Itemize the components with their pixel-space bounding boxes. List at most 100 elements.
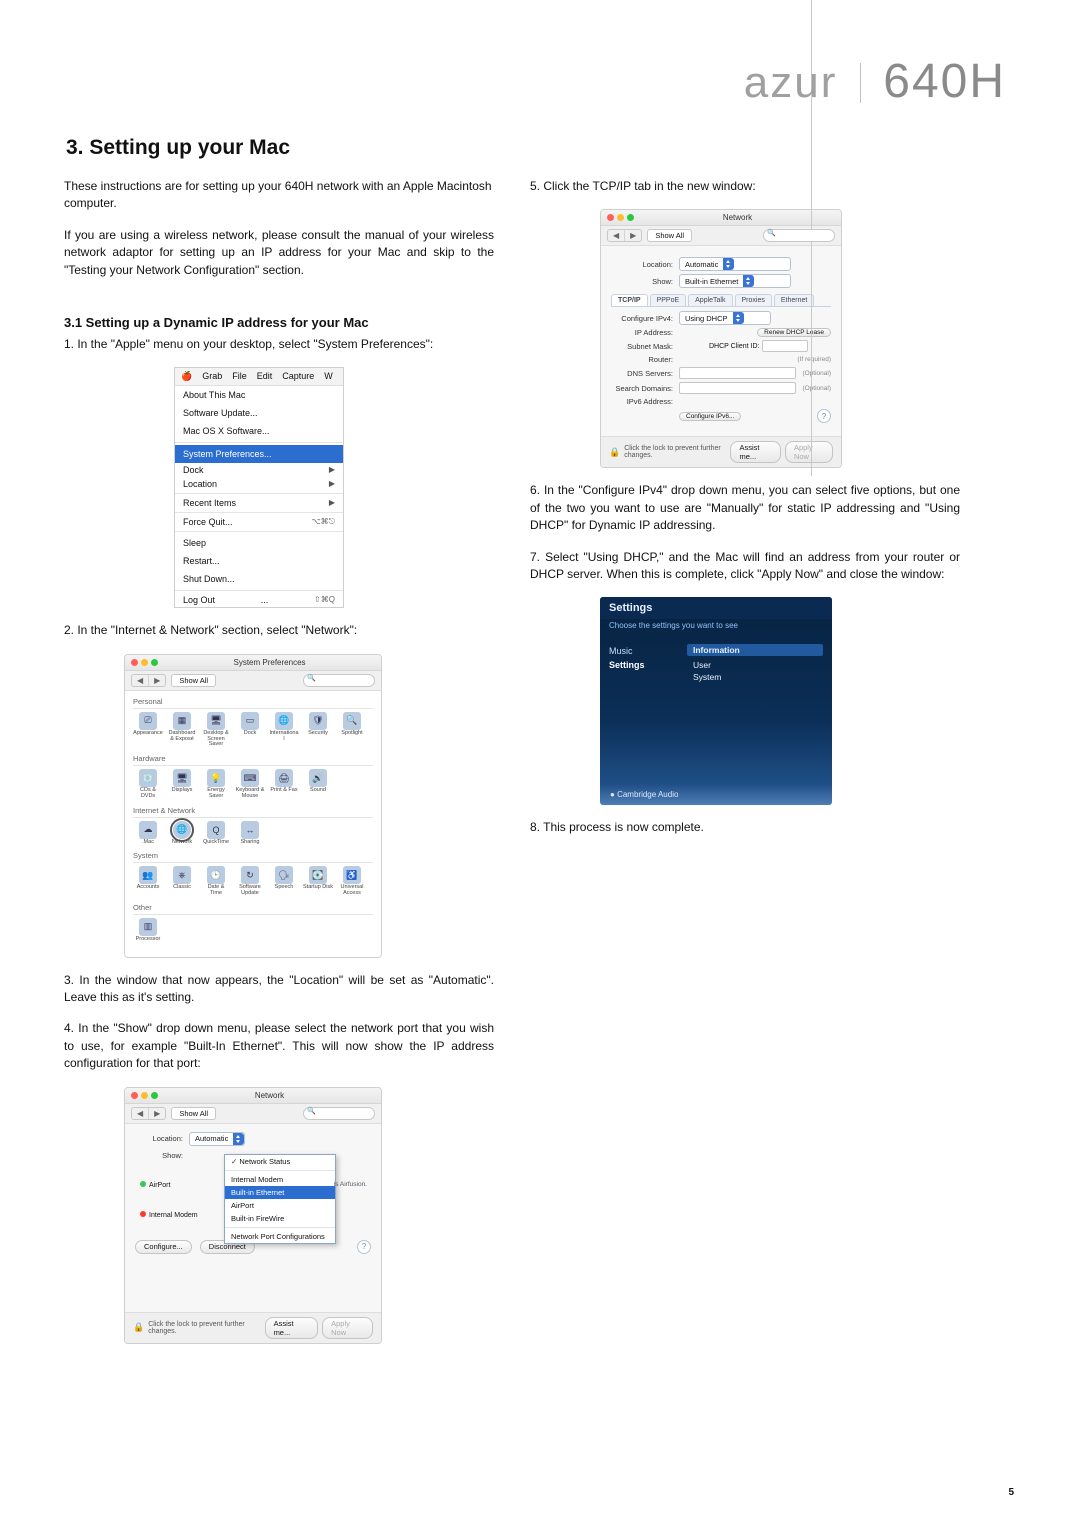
prefs-item[interactable]: 💽Startup Disk (303, 866, 333, 897)
prefs-item[interactable]: ▭Dock (235, 712, 265, 748)
dhcp-client-id-label: DHCP Client ID: (709, 343, 759, 350)
device-nav-settings[interactable]: Settings (609, 658, 679, 672)
nav-buttons[interactable]: ◀▶ (131, 674, 166, 687)
lock-icon[interactable]: 🔒 (133, 1322, 144, 1333)
stepper-icon (723, 258, 734, 270)
prefs-item[interactable]: 🌐International (269, 712, 299, 748)
search-input[interactable] (303, 674, 375, 687)
prefs-item[interactable]: ↻Software Update (235, 866, 265, 897)
prefs-item[interactable]: 💿CDs & DVDs (133, 769, 163, 800)
zoom-icon[interactable] (627, 214, 634, 221)
nav-buttons[interactable]: ◀▶ (131, 1107, 166, 1120)
minimize-icon[interactable] (141, 1092, 148, 1099)
dns-servers-input[interactable] (679, 367, 796, 379)
close-icon[interactable] (131, 1092, 138, 1099)
minimize-icon[interactable] (141, 659, 148, 666)
prefs-item[interactable]: ⌨Keyboard & Mouse (235, 769, 265, 800)
show-all-button[interactable]: Show All (647, 229, 692, 242)
help-icon[interactable]: ? (817, 409, 831, 423)
dropdown-item-selected[interactable]: Built-in Ethernet (225, 1186, 335, 1199)
prefs-item[interactable]: 🛡Security (303, 712, 333, 748)
zoom-icon[interactable] (151, 1092, 158, 1099)
location-label: Location: (611, 260, 673, 269)
assist-button[interactable]: Assist me... (265, 1317, 319, 1339)
location-select[interactable]: Automatic (189, 1132, 245, 1146)
search-domains-input[interactable] (679, 382, 796, 394)
tab-tcpip[interactable]: TCP/IP (611, 294, 648, 306)
prefs-item-icon: 🖥 (207, 712, 225, 730)
dropdown-item[interactable]: Network Status (225, 1155, 335, 1168)
nav-buttons[interactable]: ◀▶ (607, 229, 642, 242)
device-nav-music[interactable]: Music (609, 644, 679, 658)
dropdown-item[interactable]: AirPort (225, 1199, 335, 1212)
minimize-icon[interactable] (617, 214, 624, 221)
prefs-item-icon: ▭ (241, 712, 259, 730)
tab-strip: TCP/IP PPPoE AppleTalk Proxies Ethernet (611, 294, 831, 307)
assist-button[interactable]: Assist me... (730, 441, 780, 463)
close-icon[interactable] (131, 659, 138, 666)
menu-item-selected[interactable]: System Preferences... (175, 445, 343, 463)
prefs-item-label: Energy Saver (201, 788, 231, 800)
prefs-item[interactable]: ▥Processor (133, 918, 163, 943)
device-panel-item[interactable]: System (687, 671, 823, 683)
close-icon[interactable] (607, 214, 614, 221)
window-toolbar: ◀▶ Show All (125, 1104, 381, 1124)
prefs-item[interactable]: 🌐Network (167, 821, 197, 846)
search-input[interactable] (763, 229, 835, 242)
dhcp-client-id-input[interactable] (762, 340, 808, 352)
tab-pppoe[interactable]: PPPoE (650, 294, 687, 306)
dropdown-item[interactable]: Network Port Configurations (225, 1230, 335, 1243)
zoom-icon[interactable] (151, 659, 158, 666)
show-select[interactable]: Built-in Ethernet (679, 274, 791, 288)
tab-ethernet[interactable]: Ethernet (774, 294, 814, 306)
search-input[interactable] (303, 1107, 375, 1120)
location-select[interactable]: Automatic (679, 257, 791, 271)
prefs-item[interactable]: ⎚Appearance (133, 712, 163, 748)
prefs-item-icon: ♿ (343, 866, 361, 884)
renew-dhcp-button[interactable]: Renew DHCP Lease (757, 328, 831, 337)
apple-menubar: 🍎 Grab File Edit Capture W (175, 368, 343, 386)
dropdown-item[interactable]: Built-in FireWire (225, 1212, 335, 1225)
prefs-item[interactable]: 👥Accounts (133, 866, 163, 897)
prefs-item[interactable]: QQuickTime (201, 821, 231, 846)
ipv6-address-label: IPv6 Address: (611, 397, 673, 406)
prefs-item[interactable]: 🔍Spotlight (337, 712, 367, 748)
apply-now-button: Apply Now (322, 1317, 373, 1339)
prefs-item[interactable]: ▦Dashboard & Exposé (167, 712, 197, 748)
prefs-item[interactable]: ↔Sharing (235, 821, 265, 846)
prefs-item[interactable]: ♿Universal Access (337, 866, 367, 897)
prefs-item-icon: 💽 (309, 866, 327, 884)
prefs-item[interactable]: 💡Energy Saver (201, 769, 231, 800)
show-all-button[interactable]: Show All (171, 674, 216, 687)
prefs-item-icon: 🌐 (173, 821, 191, 839)
device-title: Settings (600, 597, 832, 619)
lock-icon[interactable]: 🔒 (609, 447, 620, 458)
prefs-item[interactable]: 🖨Print & Fax (269, 769, 299, 800)
prefs-item[interactable]: 🖥Desktop & Screen Saver (201, 712, 231, 748)
status-dot-red (140, 1211, 146, 1217)
dropdown-item[interactable]: Internal Modem (225, 1173, 335, 1186)
tab-proxies[interactable]: Proxies (735, 294, 772, 306)
show-dropdown[interactable]: Network Status Internal Modem Built-in E… (224, 1154, 336, 1244)
configure-ipv6-button[interactable]: Configure IPv6... (679, 412, 741, 421)
right-column: 5. Click the TCP/IP tab in the new windo… (530, 178, 960, 1358)
prefs-item[interactable]: 🕒Date & Time (201, 866, 231, 897)
stepper-icon (733, 312, 744, 324)
prefs-item[interactable]: ☁.Mac (133, 821, 163, 846)
tab-appletalk[interactable]: AppleTalk (688, 294, 732, 306)
configure-button[interactable]: Configure... (135, 1240, 192, 1254)
prefs-item-label: Print & Fax (269, 788, 299, 794)
prefs-item-icon: 💡 (207, 769, 225, 787)
prefs-item-label: Date & Time (201, 885, 231, 897)
prefs-item-label: Classic (167, 885, 197, 891)
configure-ipv4-select[interactable]: Using DHCP (679, 311, 771, 325)
prefs-item[interactable]: 🖥Displays (167, 769, 197, 800)
show-all-button[interactable]: Show All (171, 1107, 216, 1120)
prefs-item-label: Speech (269, 885, 299, 891)
device-panel-item[interactable]: User (687, 659, 823, 671)
prefs-item[interactable]: 🗣Speech (269, 866, 299, 897)
prefs-item-label: Accounts (133, 885, 163, 891)
prefs-item[interactable]: 🔊Sound (303, 769, 333, 800)
prefs-item[interactable]: ⎈Classic (167, 866, 197, 897)
help-icon[interactable]: ? (357, 1240, 371, 1254)
